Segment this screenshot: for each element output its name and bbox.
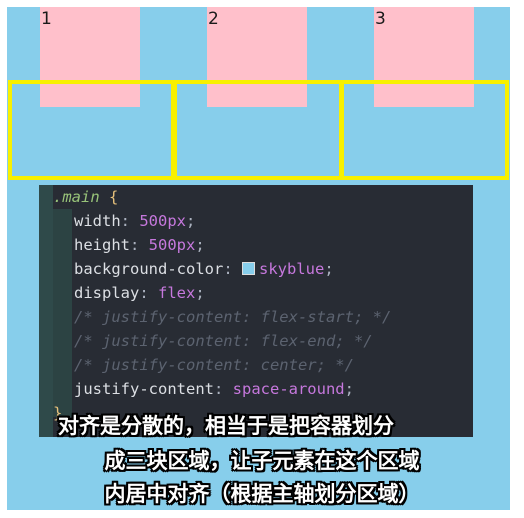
code-line: height: 500px; [74, 236, 205, 254]
code-line: display: flex; [74, 284, 205, 302]
code-comment: /* justify-content: flex-end; */ [74, 332, 373, 350]
region-outline-1 [8, 80, 175, 180]
css-selector: .main [53, 188, 100, 206]
item-number: 3 [375, 9, 386, 29]
code-comment: /* justify-content: flex-start; */ [74, 308, 392, 326]
css-property: display [74, 284, 140, 302]
indent-guide [53, 209, 72, 417]
item-number: 1 [41, 9, 52, 29]
annotation-line-1: 对齐是分散的，相当于是把容器划分 [58, 414, 394, 438]
code-editor-panel: .main { width: 500px; height: 500px; bac… [39, 185, 473, 437]
region-outline-3 [340, 80, 509, 180]
code-line: width: 500px; [74, 212, 196, 230]
css-property: height [74, 236, 130, 254]
code-line-selector: .main { [53, 185, 118, 209]
css-property: background-color [74, 260, 224, 278]
open-brace: { [109, 188, 119, 206]
css-value: 500px [139, 212, 187, 230]
css-value: 500px [148, 236, 196, 254]
color-swatch-icon [241, 262, 255, 275]
annotation-line-3: 内居中对齐（根据主轴划分区域） [104, 482, 420, 506]
css-value: space-around [232, 380, 345, 398]
css-value: skyblue [258, 260, 325, 278]
code-line: background-color: skyblue; [74, 260, 334, 278]
css-property: width [74, 212, 121, 230]
css-value: flex [158, 284, 196, 302]
item-number: 2 [208, 9, 219, 29]
region-outline-2 [173, 80, 343, 180]
code-comment: /* justify-content: center; */ [74, 356, 354, 374]
css-property: justify-content [74, 380, 214, 398]
code-gutter [39, 185, 53, 437]
annotation-line-2: 成三块区域，让子元素在这个区域 [104, 449, 420, 473]
code-line: justify-content: space-around; [74, 380, 354, 398]
